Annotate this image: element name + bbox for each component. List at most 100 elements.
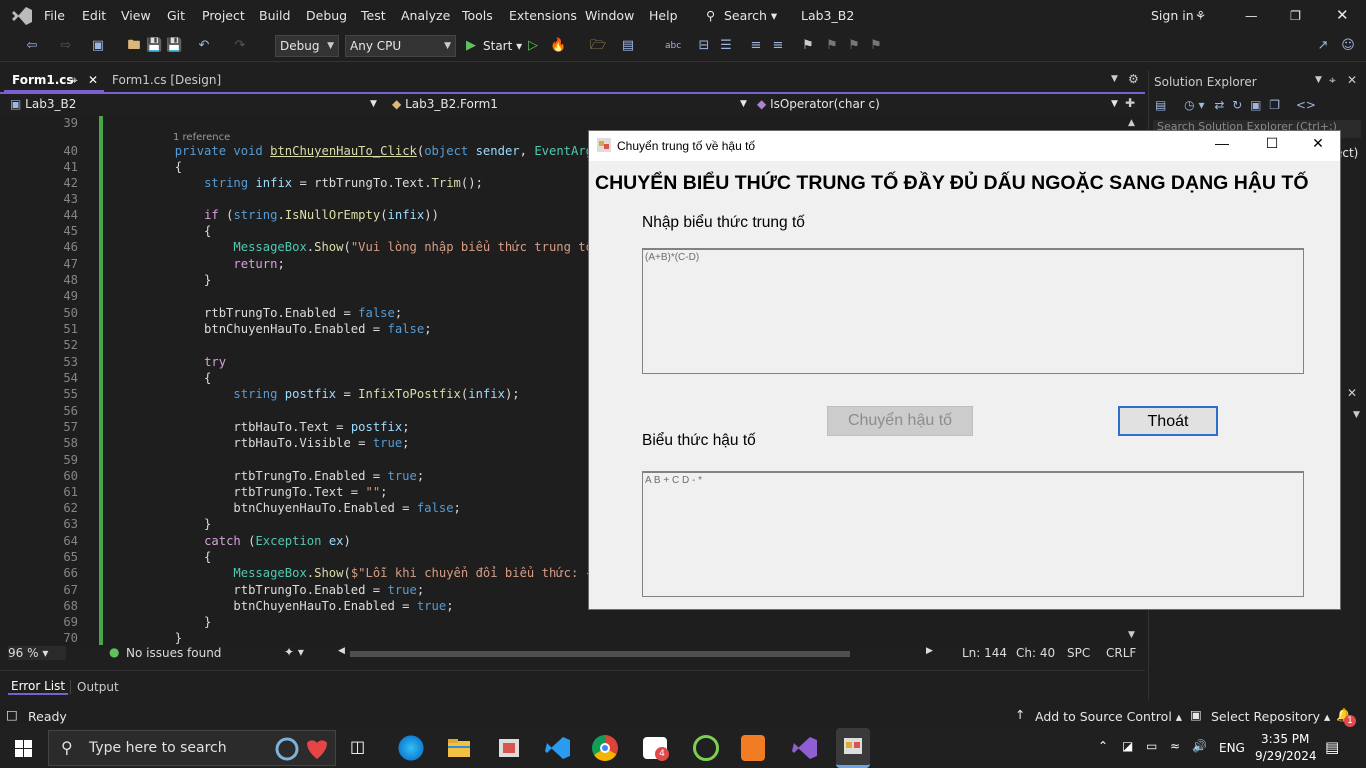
comment-icon[interactable]: ≡ xyxy=(748,38,764,54)
codelens-reference[interactable]: 1 reference xyxy=(173,132,230,143)
secondary-panel-dropdown-icon[interactable]: ▼ xyxy=(1353,410,1360,420)
tab-error-list[interactable]: Error List xyxy=(8,679,69,695)
spacing-indicator[interactable]: SPC xyxy=(1067,646,1090,660)
menu-search[interactable]: Search ▾ xyxy=(724,8,777,23)
menu-build[interactable]: Build xyxy=(259,8,290,23)
menu-tools[interactable]: Tools xyxy=(462,8,493,23)
zoom-select[interactable]: 96 % ▾ xyxy=(8,646,66,660)
convert-postfix-button[interactable]: Chuyển hậu tố xyxy=(827,406,973,436)
menu-analyze[interactable]: Analyze xyxy=(401,8,450,23)
menu-help[interactable]: Help xyxy=(649,8,678,23)
input-language[interactable]: ENG xyxy=(1219,741,1245,755)
undo-icon[interactable]: ↶ xyxy=(196,38,212,54)
menu-debug[interactable]: Debug xyxy=(306,8,347,23)
menu-window[interactable]: Window xyxy=(585,8,634,23)
start-without-debugging-icon[interactable]: ▷ xyxy=(525,38,541,54)
pin-panel-icon[interactable]: ⌖ xyxy=(1329,73,1336,88)
app-close-icon[interactable]: ✕ xyxy=(1295,135,1341,157)
coccoc-app-icon[interactable] xyxy=(693,735,719,761)
battery-icon[interactable]: ▭ xyxy=(1146,739,1157,753)
sync-icon[interactable]: ⇄ xyxy=(1214,98,1224,112)
menu-edit[interactable]: Edit xyxy=(82,8,106,23)
switch-views-icon[interactable]: ▤ xyxy=(1155,98,1166,112)
tab-output[interactable]: Output xyxy=(70,680,119,694)
split-editor-icon[interactable]: ✚ xyxy=(1125,96,1135,110)
restore-icon[interactable]: ❐ xyxy=(1290,8,1301,23)
tab-form1-design[interactable]: Form1.cs [Design] xyxy=(104,70,234,92)
cleanup-brush-icon[interactable]: ✦ ▾ xyxy=(284,645,304,659)
show-hidden-icons-chevron[interactable]: ⌃ xyxy=(1098,739,1108,753)
app-minimize-icon[interactable]: — xyxy=(1199,135,1245,157)
solution-explorer-icon[interactable]: 🗁 xyxy=(590,38,606,54)
collapse-all-icon[interactable]: ▣ xyxy=(1250,98,1261,112)
refresh-icon[interactable]: ↻ xyxy=(1232,98,1242,112)
start-button[interactable]: Start ▾ xyxy=(483,39,522,53)
save-icon[interactable]: 💾 xyxy=(146,38,162,54)
save-all-icon[interactable]: 💾 xyxy=(166,38,182,54)
new-project-icon[interactable]: ▣ xyxy=(90,38,106,54)
project-nav-select[interactable]: ▣ Lab3_B2 ▼ xyxy=(10,96,380,114)
notification-center-icon[interactable]: ▤ xyxy=(1325,738,1339,756)
next-bookmark-icon[interactable]: ⚑ xyxy=(846,38,862,54)
hot-reload-icon[interactable]: 🔥 xyxy=(550,38,566,54)
live-share-icon[interactable]: ↗ xyxy=(1315,38,1331,54)
snipping-tool-app-icon[interactable] xyxy=(494,734,524,762)
task-view-icon[interactable]: ◫ xyxy=(350,737,365,756)
file-explorer-app-icon[interactable] xyxy=(444,734,474,762)
open-folder-icon[interactable]: 🖿 xyxy=(126,38,142,54)
select-repository-button[interactable]: Select Repository ▴ xyxy=(1211,709,1330,724)
pdf-app-icon[interactable] xyxy=(741,735,765,761)
tab-list-dropdown-icon[interactable]: ▼ xyxy=(1111,74,1118,84)
infix-input[interactable]: (A+B)*(C-D) xyxy=(642,248,1304,374)
close-tab-icon[interactable]: ✕ xyxy=(88,70,98,91)
line-ending-indicator[interactable]: CRLF xyxy=(1106,646,1136,660)
windows-start-icon[interactable] xyxy=(15,740,32,757)
edge-app-icon[interactable] xyxy=(396,734,426,762)
menu-project[interactable]: Project xyxy=(202,8,245,23)
menu-file[interactable]: File xyxy=(44,8,65,23)
navigate-forward-icon[interactable]: ⇨ xyxy=(58,38,74,54)
horizontal-scrollbar[interactable]: ◀ ▶ xyxy=(338,646,938,660)
layout-icon[interactable]: ▤ xyxy=(620,38,636,54)
panel-options-icon[interactable]: ▼ xyxy=(1315,75,1322,85)
class-nav-select[interactable]: ◆ Lab3_B2.Form1 ▼ xyxy=(392,96,752,114)
clock-date[interactable]: 9/29/2024 xyxy=(1255,749,1317,763)
exit-button[interactable]: Thoát xyxy=(1118,406,1218,436)
tab-form1-cs[interactable]: Form1.cs ⌖ ✕ xyxy=(4,70,104,92)
pin-icon[interactable]: ⌖ xyxy=(71,70,78,91)
feedback-icon[interactable]: ☺ xyxy=(1340,38,1356,54)
chrome-app-icon[interactable] xyxy=(592,735,618,761)
format-icon[interactable]: ⊟ xyxy=(696,38,712,54)
redo-icon[interactable]: ↷ xyxy=(232,38,248,54)
menu-view[interactable]: View xyxy=(121,8,151,23)
account-icon[interactable]: ⚘ xyxy=(1195,8,1206,23)
solution-configuration-select[interactable]: Debug ▼ xyxy=(275,35,339,57)
code-view-icon[interactable]: <> xyxy=(1296,98,1316,112)
show-all-files-icon[interactable]: ❐ xyxy=(1269,98,1280,112)
winforms-app-icon[interactable] xyxy=(836,728,870,768)
member-nav-select[interactable]: ◆ IsOperator(char c) ▼ xyxy=(757,96,1118,114)
line-indicator[interactable]: Ln: 144 xyxy=(962,646,1007,660)
postfix-output[interactable]: A B + C D - * xyxy=(642,471,1304,597)
document-outline-icon[interactable]: ☰ xyxy=(718,38,734,54)
zalo-app-icon[interactable]: 4 xyxy=(643,737,669,761)
secondary-panel-close-icon[interactable]: ✕ xyxy=(1347,386,1357,400)
volume-icon[interactable]: 🔊 xyxy=(1192,739,1207,753)
taskbar-search-input[interactable]: ⚲ Type here to search xyxy=(48,730,336,766)
minimize-icon[interactable]: — xyxy=(1245,8,1258,23)
add-to-source-control-button[interactable]: Add to Source Control ▴ xyxy=(1035,709,1182,724)
search-icon[interactable]: ⚲ xyxy=(706,8,715,23)
close-panel-icon[interactable]: ✕ xyxy=(1347,73,1357,87)
previous-bookmark-icon[interactable]: ⚑ xyxy=(824,38,840,54)
visual-studio-app-icon[interactable] xyxy=(790,734,820,762)
sign-in-link[interactable]: Sign in xyxy=(1151,8,1194,23)
close-icon[interactable]: ✕ xyxy=(1336,6,1349,24)
menu-extensions[interactable]: Extensions xyxy=(509,8,577,23)
solution-platform-select[interactable]: Any CPU ▼ xyxy=(345,35,456,57)
meet-now-icon[interactable]: ◪ xyxy=(1122,739,1133,753)
spell-check-icon[interactable]: abc xyxy=(665,38,681,54)
app-title-bar[interactable]: Chuyển trung tố về hậu tố — ☐ ✕ xyxy=(589,131,1340,161)
wifi-icon[interactable]: ≈ xyxy=(1170,739,1180,753)
bookmark-icon[interactable]: ⚑ xyxy=(800,38,816,54)
history-icon[interactable]: ◷ ▾ xyxy=(1184,98,1204,112)
